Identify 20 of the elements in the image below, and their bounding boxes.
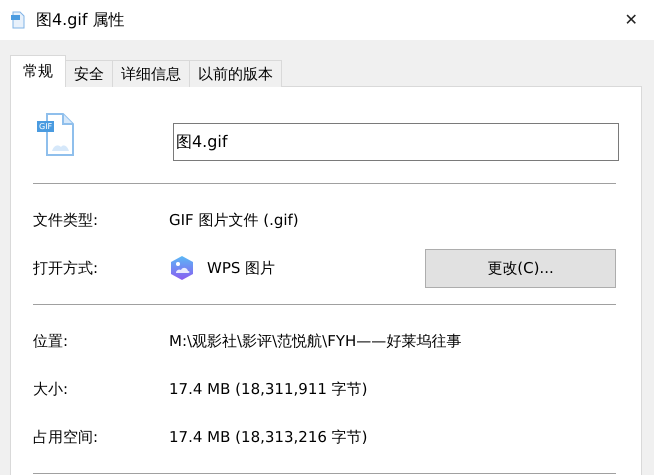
file-name-field[interactable]: 图4.gif	[173, 123, 619, 161]
field-value: 17.4 MB (18,313,216 字节)	[169, 428, 368, 446]
field-value: M:\观影社\影评\范悦航\FYH——好莱坞往事	[169, 332, 462, 350]
change-button[interactable]: 更改(C)...	[425, 248, 616, 288]
tab[interactable]: 常规	[10, 55, 66, 87]
field-label: 文件类型:	[33, 210, 100, 230]
window-title: 图4.gif 属性	[36, 10, 126, 30]
image-file-icon	[10, 11, 26, 29]
field-value: 17.4 MB (18,311,911 字节)	[169, 380, 368, 398]
field-label: 占用空间:	[33, 428, 100, 446]
close-button[interactable]: ✕	[608, 0, 654, 40]
tab[interactable]: 安全	[65, 60, 113, 87]
tab[interactable]: 以前的版本	[189, 60, 282, 87]
tab[interactable]: 详细信息	[112, 60, 190, 87]
field-label: 打开方式:	[33, 258, 100, 278]
field-label: 位置:	[33, 332, 70, 350]
field-value: GIF 图片文件 (.gif)	[169, 210, 299, 230]
app-name: WPS 图片	[207, 258, 276, 278]
cloud-app-icon	[169, 255, 195, 281]
field-label: 大小:	[33, 380, 70, 398]
